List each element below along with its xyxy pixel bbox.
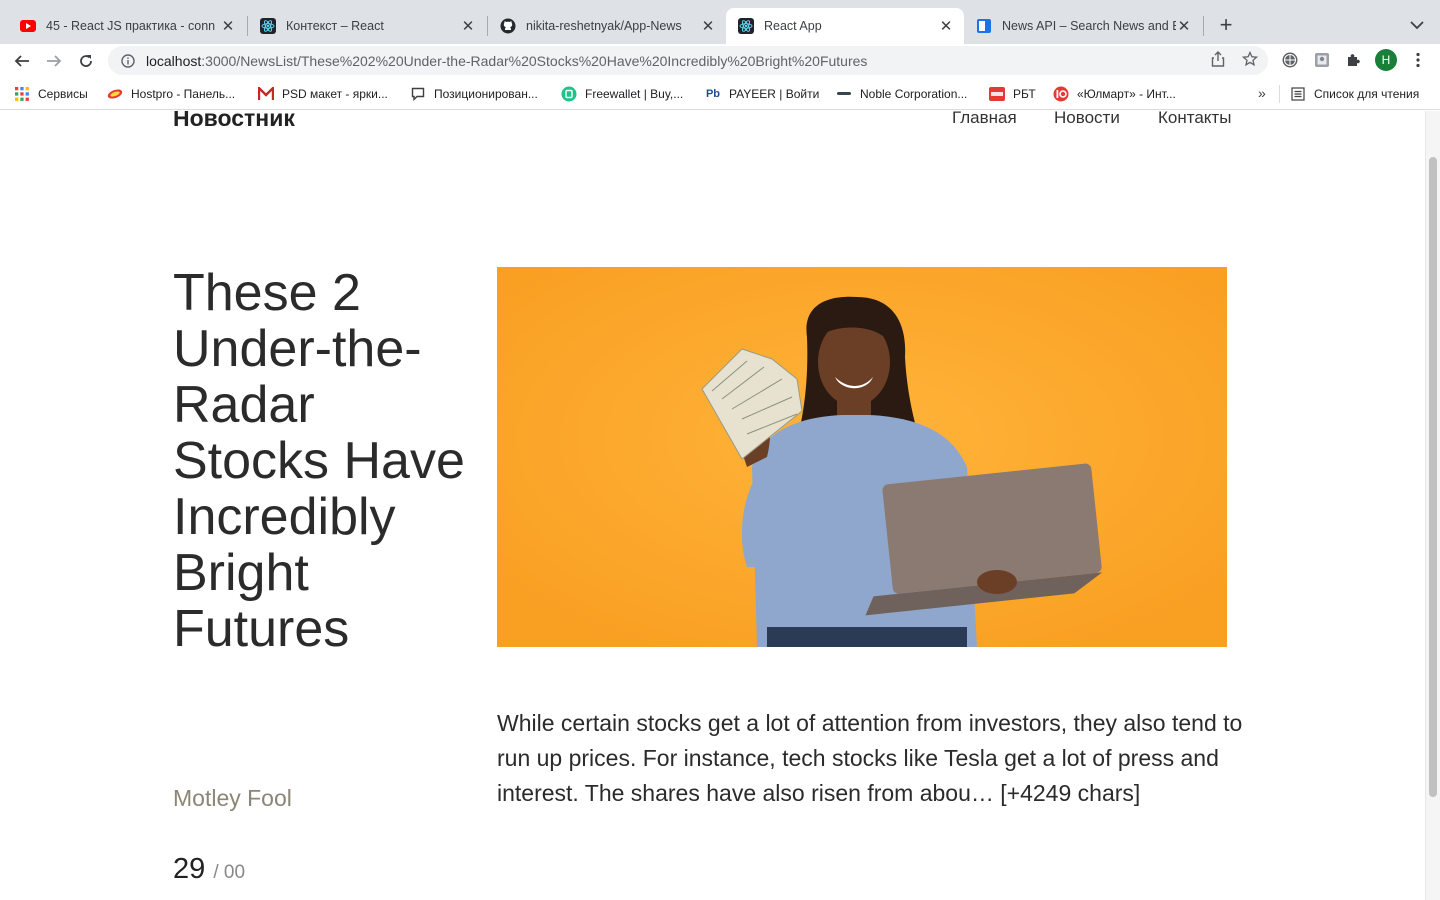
bookmark-rbt[interactable]: РБТ — [989, 85, 1036, 103]
new-tab-button[interactable]: + — [1214, 12, 1238, 37]
tab-title: 45 - React JS практика - conn — [46, 19, 216, 33]
bookmark-label: «Юлмарт» - Инт... — [1077, 87, 1176, 101]
article-description: While certain stocks get a lot of attent… — [497, 710, 1243, 806]
scrollbar[interactable] — [1425, 111, 1440, 900]
nav-link-contacts[interactable]: Контакты — [1158, 111, 1231, 128]
arrow-right-icon — [47, 55, 62, 67]
reload-button[interactable] — [72, 47, 100, 75]
tab-title: Контекст – React — [286, 19, 384, 33]
bookmark-label: PAYEER | Войти — [729, 87, 820, 101]
vpn-extension-icon[interactable] — [1279, 49, 1301, 71]
menu-icon[interactable] — [1407, 49, 1429, 71]
arrow-left-icon — [14, 55, 29, 67]
noble-icon — [836, 86, 852, 102]
bookmark-freewallet[interactable]: Freewallet | Buy,... — [561, 85, 683, 103]
tab-strip: 45 - React JS практика - conn ✕ Контекст… — [0, 0, 1440, 44]
rbt-icon — [989, 86, 1005, 102]
page-current: 29 — [173, 853, 206, 885]
bookmark-label: PSD макет - ярки... — [282, 87, 388, 101]
share-icon[interactable] — [1209, 50, 1227, 68]
url-path: :3000/NewsList/These%202%20Under-the-Rad… — [201, 52, 868, 69]
react-icon — [738, 18, 754, 34]
page-counter: 29 / 00 — [173, 853, 245, 886]
reading-list-icon — [1290, 86, 1306, 102]
article-source: Motley Fool — [173, 785, 292, 811]
bookmarks-overflow-button[interactable]: » — [1258, 85, 1266, 101]
bookmarks-bar: Сервисы Hostpro - Панель... PSD макет - … — [0, 77, 1440, 110]
chevron-down-icon[interactable] — [1406, 14, 1428, 36]
page-viewport: Новостник Главная Новости Контакты These… — [0, 111, 1425, 900]
bookmark-label: Hostpro - Панель... — [131, 87, 236, 101]
avatar[interactable]: H — [1375, 49, 1397, 71]
close-tab-icon[interactable]: ✕ — [938, 18, 954, 35]
tab-newsapi[interactable]: News API – Search News and B ✕ — [964, 8, 1202, 44]
tab-github[interactable]: nikita-reshetnyak/App-News ✕ — [488, 8, 726, 44]
close-tab-icon[interactable]: ✕ — [1176, 18, 1192, 35]
scrollbar-thumb[interactable] — [1429, 157, 1437, 797]
bookmark-noble[interactable]: Noble Corporation... — [836, 85, 967, 103]
bookmark-label: Позиционирован... — [434, 87, 538, 101]
star-icon[interactable] — [1241, 50, 1259, 68]
puzzle-icon[interactable] — [1343, 49, 1365, 71]
ulmart-icon — [1053, 86, 1069, 102]
divider — [1279, 85, 1280, 103]
bookmark-services[interactable]: Сервисы — [14, 85, 88, 103]
tab-separator — [1203, 16, 1204, 36]
article-image — [497, 267, 1227, 647]
apps-grid-icon — [14, 86, 30, 102]
tab-youtube[interactable]: 45 - React JS практика - conn ✕ — [8, 8, 246, 44]
back-button[interactable] — [8, 47, 36, 75]
browser-toolbar: localhost:3000/NewsList/These%202%20Unde… — [0, 44, 1440, 77]
bookmark-positioning[interactable]: Позиционирован... — [410, 85, 538, 103]
close-tab-icon[interactable]: ✕ — [220, 18, 236, 35]
site-logo[interactable]: Новостник — [173, 111, 295, 132]
react-icon — [260, 18, 276, 34]
psd-icon — [258, 86, 274, 102]
forward-button[interactable] — [40, 47, 68, 75]
extension-icon[interactable] — [1311, 49, 1333, 71]
bookmark-hostpro[interactable]: Hostpro - Панель... — [107, 85, 235, 103]
bookmark-psd[interactable]: PSD макет - ярки... — [258, 85, 388, 103]
url-text: localhost:3000/NewsList/These%202%20Unde… — [146, 53, 1268, 69]
github-icon — [500, 18, 516, 34]
info-icon[interactable] — [120, 53, 136, 69]
tab-react-context[interactable]: Контекст – React ✕ — [248, 8, 486, 44]
tab-title: React App — [764, 19, 822, 33]
article-title: These 2 Under-the-Radar Stocks Have Incr… — [173, 264, 465, 658]
bookmark-label: Noble Corporation... — [860, 87, 968, 101]
bookmark-label: Freewallet | Buy,... — [585, 87, 684, 101]
bookmark-label: Сервисы — [38, 87, 88, 101]
youtube-icon — [20, 18, 36, 34]
tab-title: nikita-reshetnyak/App-News — [526, 19, 682, 33]
reading-list-button[interactable]: Список для чтения — [1290, 85, 1419, 103]
chat-icon — [410, 86, 426, 102]
reading-list-label: Список для чтения — [1314, 87, 1420, 101]
bookmark-label: РБТ — [1013, 87, 1036, 101]
freewallet-icon — [561, 86, 577, 102]
tab-title: News API – Search News and B — [1002, 19, 1176, 33]
address-bar[interactable]: localhost:3000/NewsList/These%202%20Unde… — [108, 46, 1268, 75]
reload-icon — [80, 55, 92, 67]
page-total: / 00 — [213, 862, 246, 883]
newsapi-icon — [976, 18, 992, 34]
bookmark-payeer[interactable]: Pb PAYEER | Войти — [705, 85, 819, 103]
hostpro-icon — [107, 86, 123, 102]
nav-link-news[interactable]: Новости — [1054, 111, 1120, 128]
nav-link-home[interactable]: Главная — [952, 111, 1017, 128]
payeer-icon: Pb — [705, 88, 721, 100]
tab-react-app[interactable]: React App ✕ — [726, 8, 964, 44]
url-host: localhost — [146, 52, 202, 69]
close-tab-icon[interactable]: ✕ — [700, 18, 716, 35]
bookmark-ulmart[interactable]: «Юлмарт» - Инт... — [1053, 85, 1176, 103]
close-tab-icon[interactable]: ✕ — [460, 18, 476, 35]
woman-with-money-and-laptop-illustration — [497, 267, 1227, 647]
